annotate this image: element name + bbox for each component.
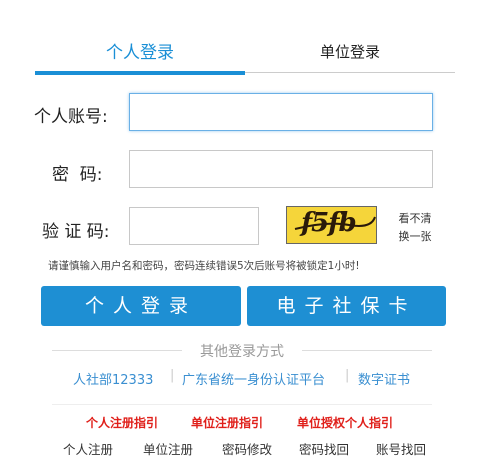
link-unit-register[interactable]: 单位注册 [143,439,193,458]
guide-personal-registration[interactable]: 个人注册指引 [86,414,158,431]
guide-unit-registration[interactable]: 单位注册指引 [191,414,263,431]
link-recover-password[interactable]: 密码找回 [299,439,349,458]
captcha-image[interactable]: f5fb [286,206,377,244]
link-change-password[interactable]: 密码修改 [222,439,272,458]
password-label: 密 码: [52,165,103,185]
login-link-guangdong-unified-auth[interactable]: 广东省统一身份认证平台 [182,369,325,388]
lockout-notice: 请谨慎输入用户名和密码，密码连续错误5次后账号将被锁定1小时! [48,260,360,272]
other-login-divider-left [52,350,182,351]
link-recover-account[interactable]: 账号找回 [376,439,426,458]
link-separator: | [345,368,350,383]
personal-login-button[interactable]: 个人登录 [41,286,241,326]
refresh-captcha-link[interactable]: 看不清 换一张 [395,210,435,246]
other-login-title: 其他登录方式 [200,344,284,360]
bottom-divider [52,404,432,405]
other-login-divider-right [302,350,432,351]
password-input[interactable] [129,150,433,188]
captcha-label: 验 证 码: [42,222,110,242]
captcha-noise-line [294,216,376,230]
tab-active-indicator [35,71,245,75]
refresh-captcha-line2: 换一张 [398,230,432,243]
tab-personal-login[interactable]: 个人登录 [35,38,245,63]
account-input[interactable] [129,93,433,131]
link-personal-register[interactable]: 个人注册 [63,439,113,458]
account-label: 个人账号: [34,107,108,127]
refresh-captcha-line1: 看不清 [398,212,432,225]
electronic-social-security-card-button[interactable]: 电子社保卡 [247,286,446,326]
login-link-hrss-12333[interactable]: 人社部12333 [73,369,153,388]
tab-unit-login[interactable]: 单位登录 [245,41,455,62]
link-separator: | [170,368,175,383]
login-link-digital-certificate[interactable]: 数字证书 [358,369,410,388]
guide-unit-authorize-personal[interactable]: 单位授权个人指引 [297,414,393,431]
captcha-input[interactable] [129,207,259,245]
